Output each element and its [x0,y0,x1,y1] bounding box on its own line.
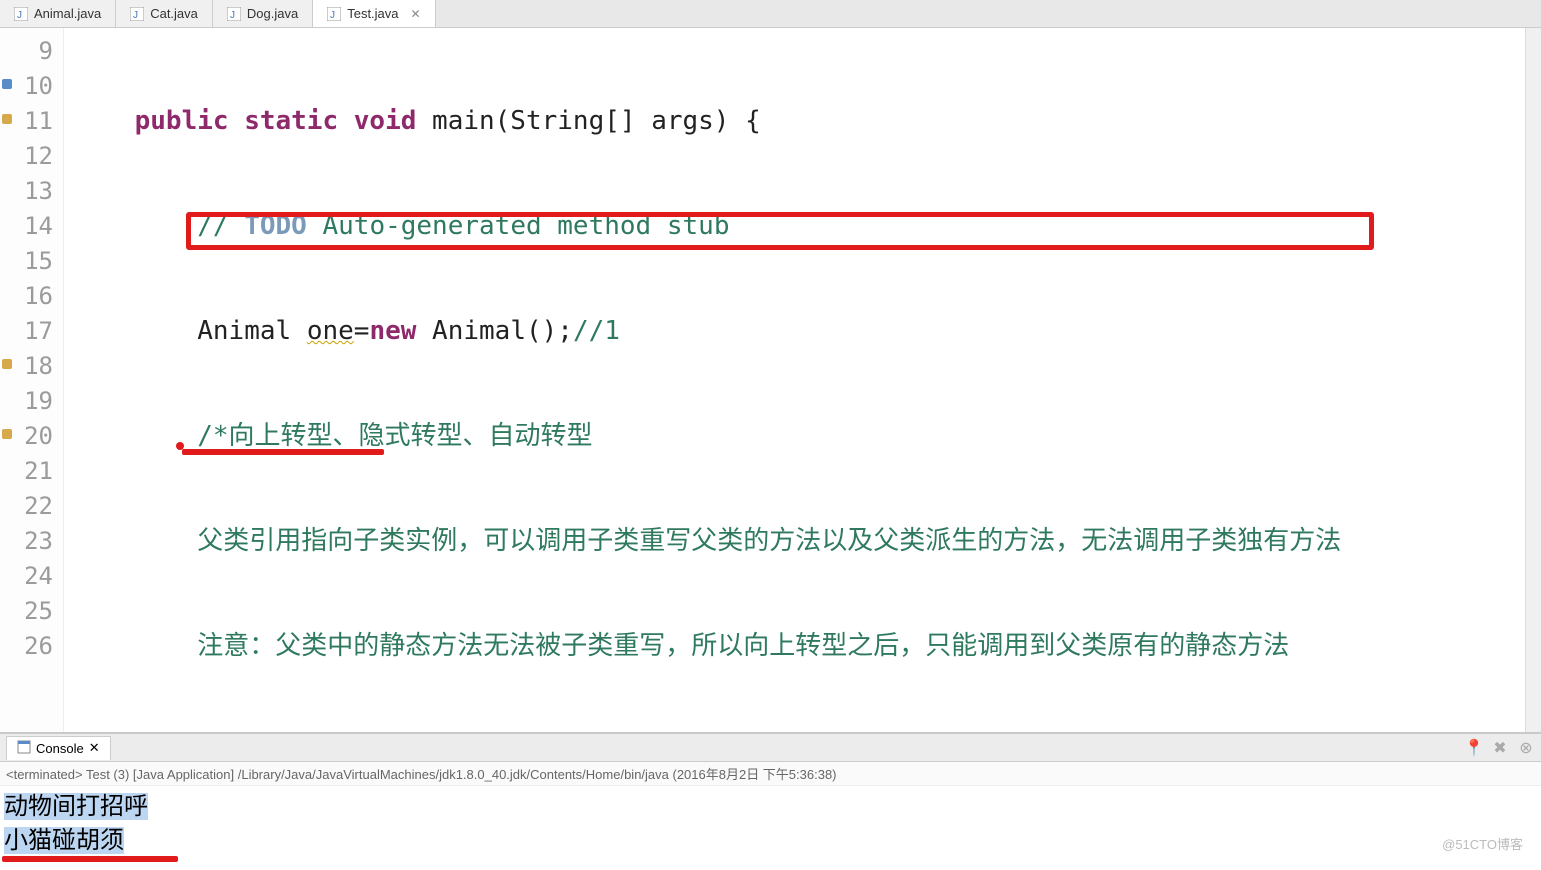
tab-test[interactable]: J Test.java ✕ [313,0,435,27]
tab-cat[interactable]: J Cat.java [116,0,213,27]
line-number: 25 [0,594,53,629]
line-number: 18 [0,349,53,384]
line-number: 20 [0,419,53,454]
console-panel: Console ✕ 📍 ✖ ⊗ <terminated> Test (3) [J… [0,732,1541,870]
remove-all-launches-icon[interactable]: ⊗ [1517,739,1535,757]
editor-tab-bar: J Animal.java J Cat.java J Dog.java J Te… [0,0,1541,28]
svg-text:J: J [17,10,22,21]
line-number: 9 [0,34,53,69]
pin-console-icon[interactable]: 📍 [1465,739,1483,757]
java-file-icon: J [227,7,241,21]
warning-marker-icon [2,359,12,369]
watermark-text: @51CTO博客 [1442,828,1523,862]
svg-text:J: J [133,10,138,21]
line-number: 23 [0,524,53,559]
console-status: <terminated> Test (3) [Java Application]… [0,762,1541,786]
java-file-icon: J [130,7,144,21]
console-tab-bar: Console ✕ 📍 ✖ ⊗ [0,734,1541,762]
console-icon [17,740,31,757]
tab-animal[interactable]: J Animal.java [0,0,116,27]
editor-area: 9 10 11 12 13 14 15 16 17 18 19 20 21 22… [0,28,1541,732]
svg-text:J: J [330,10,335,21]
tab-label: Test.java [347,6,398,21]
console-toolbar: 📍 ✖ ⊗ [1465,739,1535,757]
line-number: 19 [0,384,53,419]
code-editor[interactable]: public static void main(String[] args) {… [64,28,1525,732]
line-number: 17 [0,314,53,349]
tab-label: Dog.java [247,6,298,21]
line-number-gutter: 9 10 11 12 13 14 15 16 17 18 19 20 21 22… [0,28,64,732]
close-icon[interactable]: ✕ [411,7,421,21]
line-number: 16 [0,279,53,314]
java-file-icon: J [14,7,28,21]
tab-label: Animal.java [34,6,101,21]
line-number: 11 [0,104,53,139]
line-number: 21 [0,454,53,489]
console-line: 小猫碰胡须 [4,827,124,854]
line-number: 10 [0,69,53,104]
close-icon[interactable]: ✕ [89,740,100,756]
console-tab-label: Console [36,741,84,756]
task-marker-icon [2,79,12,89]
warning-marker-icon [2,114,12,124]
tab-dog[interactable]: J Dog.java [213,0,313,27]
line-number: 26 [0,629,53,664]
warning-marker-icon [2,429,12,439]
line-number: 13 [0,174,53,209]
line-number: 24 [0,559,53,594]
line-number: 12 [0,139,53,174]
console-output[interactable]: 动物间打招呼 小猫碰胡须 @51CTO博客 [0,786,1541,870]
vertical-scrollbar[interactable] [1525,28,1541,732]
console-tab[interactable]: Console ✕ [6,736,111,760]
tab-label: Cat.java [150,6,198,21]
remove-launch-icon[interactable]: ✖ [1491,739,1509,757]
svg-text:J: J [230,10,235,21]
line-number: 14 [0,209,53,244]
console-line: 动物间打招呼 [4,793,148,820]
line-number: 22 [0,489,53,524]
java-file-icon: J [327,7,341,21]
line-number: 15 [0,244,53,279]
